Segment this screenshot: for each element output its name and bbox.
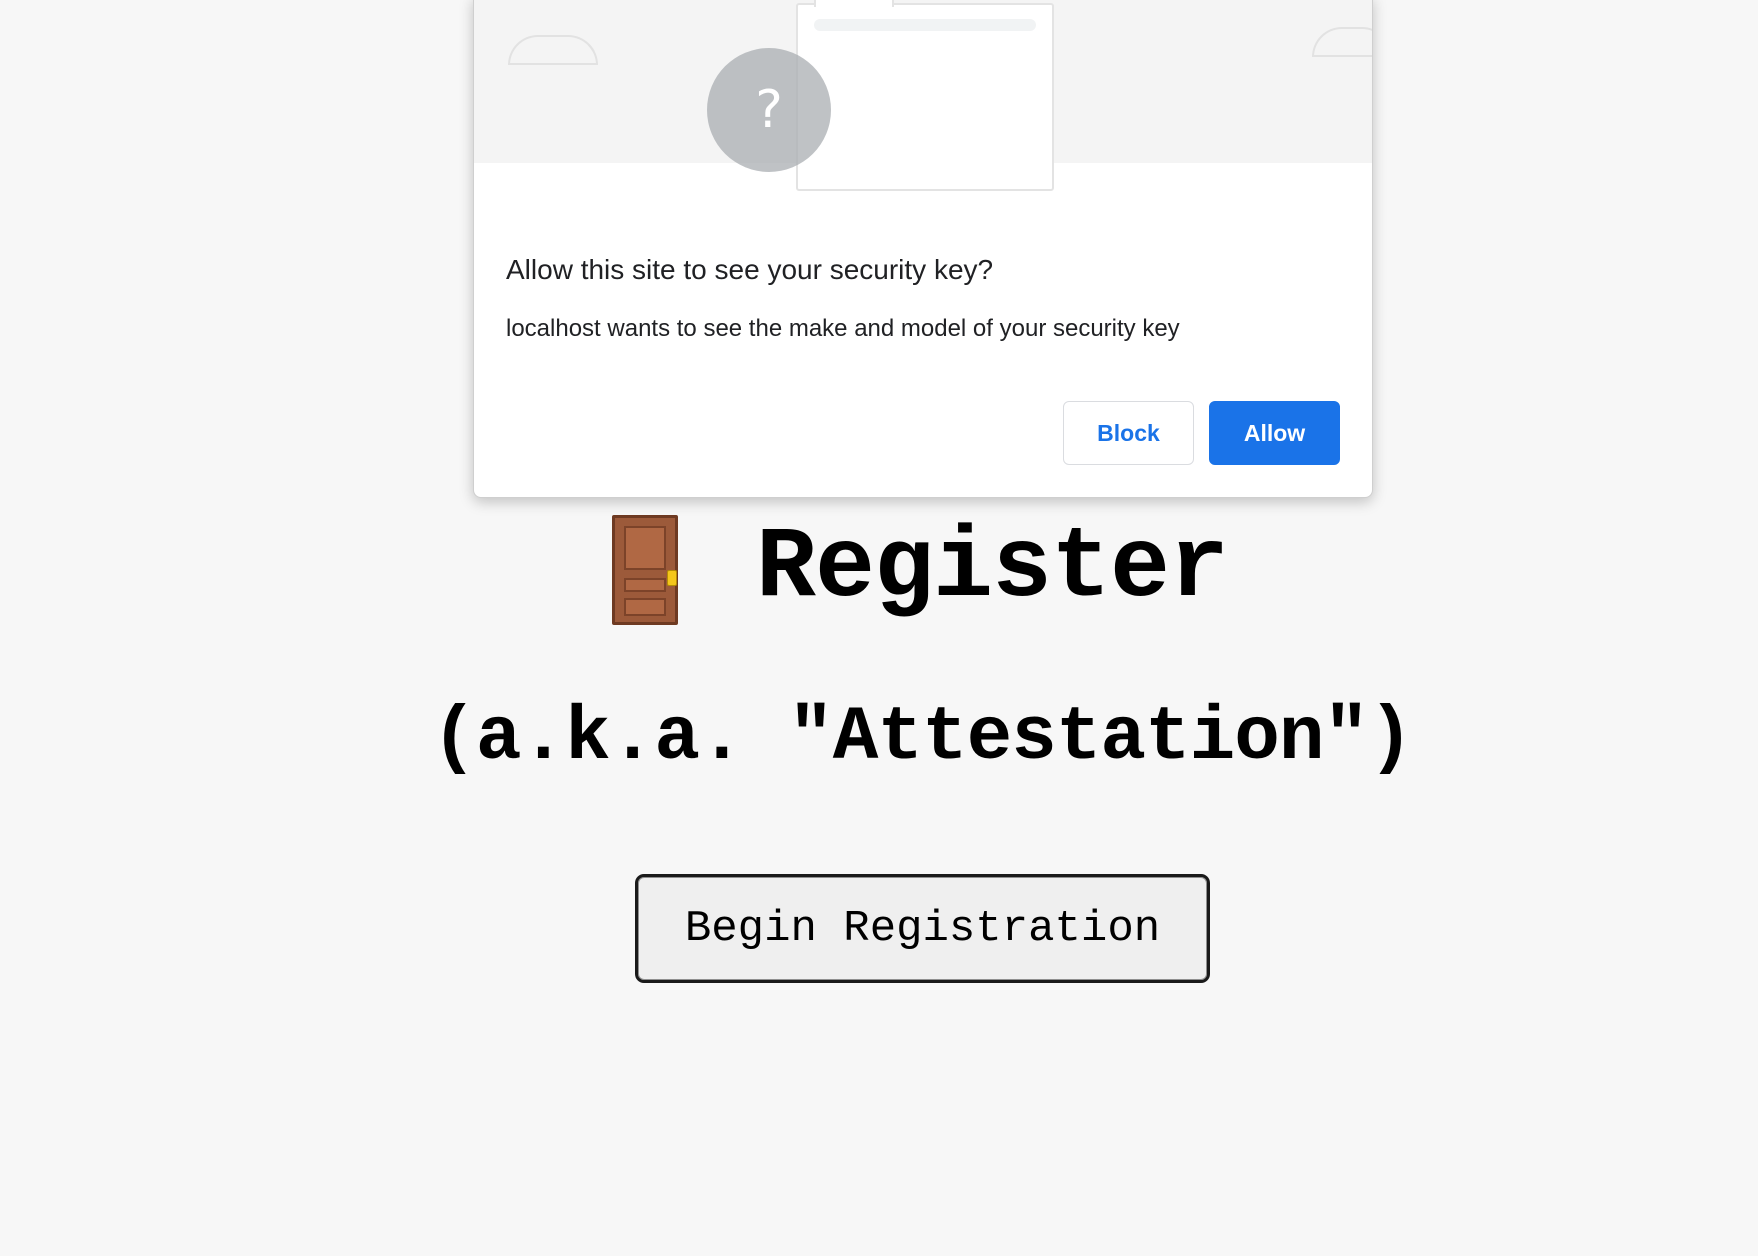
door-panel-bottom [623, 598, 666, 616]
browser-url-bar-shape [814, 19, 1036, 31]
door-icon [611, 515, 678, 625]
browser-tab-shape [814, 0, 894, 7]
door-panel-middle [623, 578, 666, 592]
block-button[interactable]: Block [1063, 401, 1194, 465]
door-panel-top [623, 526, 666, 570]
dialog-title: Allow this site to see your security key… [506, 254, 994, 285]
cloud-icon [1312, 27, 1372, 57]
browser-window-illustration [796, 0, 1054, 191]
page-heading: Register [41, 505, 1758, 635]
dialog-message: localhost wants to see the make and mode… [506, 315, 1180, 342]
security-key-permission-dialog: ? Allow this site to see your security k… [473, 0, 1373, 498]
cloud-icon [508, 35, 598, 65]
question-mark-icon: ? [707, 48, 831, 172]
begin-registration-button[interactable]: Begin Registration [635, 874, 1210, 983]
door-knob [666, 570, 677, 586]
allow-button[interactable]: Allow [1209, 401, 1340, 465]
page-subtitle: (a.k.a. "Attestation") [431, 695, 1413, 781]
page-title: Register [755, 513, 1229, 626]
dialog-illustration: ? [474, 0, 1372, 191]
